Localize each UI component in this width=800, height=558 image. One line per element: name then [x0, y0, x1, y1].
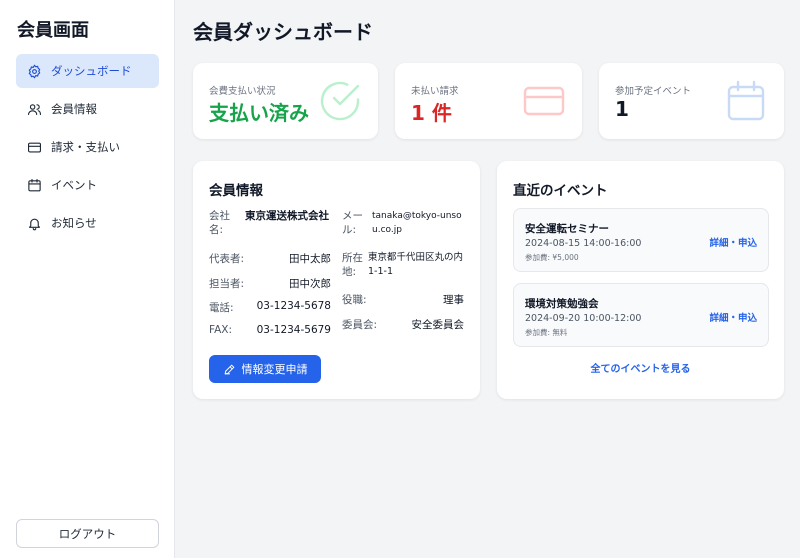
info-contact-person: 担当者: 田中次郎	[209, 276, 331, 290]
info-position: 役職: 理事	[342, 292, 464, 306]
info-key: FAX:	[209, 324, 232, 336]
info-value: 03-1234-5679	[256, 324, 331, 336]
info-key: 委員会:	[342, 319, 378, 331]
event-fee: 参加費: 無料	[525, 328, 568, 337]
info-key: メール:	[342, 210, 363, 236]
sidebar-item-billing[interactable]: 請求・支払い	[16, 130, 159, 164]
event-title: 環境対策勉強会	[525, 298, 599, 310]
sidebar-item-dashboard[interactable]: ダッシュボード	[16, 54, 159, 88]
users-icon	[26, 101, 42, 117]
pencil-icon	[224, 364, 234, 374]
info-value: tanaka@tokyo-unsou.co.jp	[372, 211, 462, 235]
info-value: 田中次郎	[289, 278, 331, 290]
sidebar-item-label: 会員情報	[51, 102, 97, 116]
event-fee: 参加費: ¥5,000	[525, 253, 579, 262]
events-panel: 直近のイベント 安全運転セミナー 2024-08-15 14:00-16:00 …	[497, 161, 784, 399]
info-key: 所在地:	[342, 252, 363, 278]
info-company: 会社名: 東京運送株式会社	[209, 209, 331, 239]
events-title: 直近のイベント	[513, 183, 608, 199]
member-info-panel: 会員情報 会社名: 東京運送株式会社 代表者: 田中太郎 担当者: 田中次郎 電…	[193, 161, 480, 399]
stat-label: 参加予定イベント	[615, 86, 692, 97]
info-fax: FAX: 03-1234-5679	[209, 324, 331, 338]
sidebar-nav: ダッシュボード 会員情報 請求・支払い イベント お知らせ	[16, 54, 159, 244]
sidebar-item-events[interactable]: イベント	[16, 168, 159, 202]
credit-card-icon	[26, 139, 42, 155]
credit-card-icon	[522, 79, 566, 123]
event-detail-link[interactable]: 詳細・申込	[709, 310, 757, 324]
sidebar-item-label: 請求・支払い	[51, 140, 120, 154]
event-card: 安全運転セミナー 2024-08-15 14:00-16:00 参加費: ¥5,…	[513, 208, 769, 272]
member-info-title: 会員情報	[209, 183, 263, 199]
info-key: 代表者:	[209, 253, 245, 265]
info-key: 担当者:	[209, 278, 245, 290]
info-key: 電話:	[209, 302, 234, 314]
event-datetime: 2024-08-15 14:00-16:00	[525, 238, 642, 249]
info-phone: 電話: 03-1234-5678	[209, 300, 331, 314]
info-value: 03-1234-5678	[256, 300, 331, 312]
info-address: 所在地: 東京都千代田区丸の内1-1-1	[342, 251, 464, 281]
info-value: 理事	[443, 294, 464, 306]
stat-card-payment-status: 会費支払い状況 支払い済み	[193, 63, 378, 139]
sidebar-item-notices[interactable]: お知らせ	[16, 206, 159, 240]
stat-label: 未払い請求	[411, 86, 459, 97]
info-email: メール: tanaka@tokyo-unsou.co.jp	[342, 209, 464, 239]
event-title: 安全運転セミナー	[525, 223, 609, 235]
sidebar: 会員画面 ダッシュボード 会員情報 請求・支払い イベント お知らせ ログアウト	[0, 0, 175, 558]
info-value: 東京運送株式会社	[245, 210, 329, 222]
event-datetime: 2024-09-20 10:00-12:00	[525, 313, 642, 324]
info-key: 役職:	[342, 294, 367, 306]
calendar-icon	[26, 177, 42, 193]
stat-label: 会費支払い状況	[209, 86, 276, 97]
check-circle-icon	[318, 79, 362, 123]
gear-icon	[26, 63, 42, 79]
info-value: 東京都千代田区丸の内1-1-1	[368, 252, 464, 277]
info-value: 田中太郎	[289, 253, 331, 265]
edit-info-button[interactable]: 情報変更申請	[209, 355, 321, 383]
info-key: 会社名:	[209, 210, 230, 236]
edit-info-label: 情報変更申請	[241, 363, 308, 376]
stat-value: 支払い済み	[209, 101, 309, 125]
logout-button[interactable]: ログアウト	[16, 519, 159, 548]
info-representative: 代表者: 田中太郎	[209, 251, 331, 265]
stat-card-upcoming-events: 参加予定イベント 1	[599, 63, 784, 139]
stat-value: 1	[615, 97, 629, 121]
sidebar-item-member-info[interactable]: 会員情報	[16, 92, 159, 126]
page-title: 会員ダッシュボード	[193, 20, 373, 44]
calendar-icon	[724, 79, 768, 123]
event-detail-link[interactable]: 詳細・申込	[709, 235, 757, 249]
stat-card-unpaid-invoices: 未払い請求 1 件	[395, 63, 582, 139]
all-events-link[interactable]: 全てのイベントを見る	[497, 360, 784, 375]
app-title: 会員画面	[17, 20, 89, 41]
stat-value: 1 件	[411, 101, 452, 125]
info-committee: 委員会: 安全委員会	[342, 317, 464, 331]
sidebar-item-label: ダッシュボード	[51, 64, 132, 78]
sidebar-item-label: お知らせ	[51, 216, 97, 230]
event-card: 環境対策勉強会 2024-09-20 10:00-12:00 参加費: 無料 詳…	[513, 283, 769, 347]
info-value: 安全委員会	[411, 319, 465, 331]
sidebar-item-label: イベント	[51, 178, 97, 192]
bell-icon	[26, 215, 42, 231]
